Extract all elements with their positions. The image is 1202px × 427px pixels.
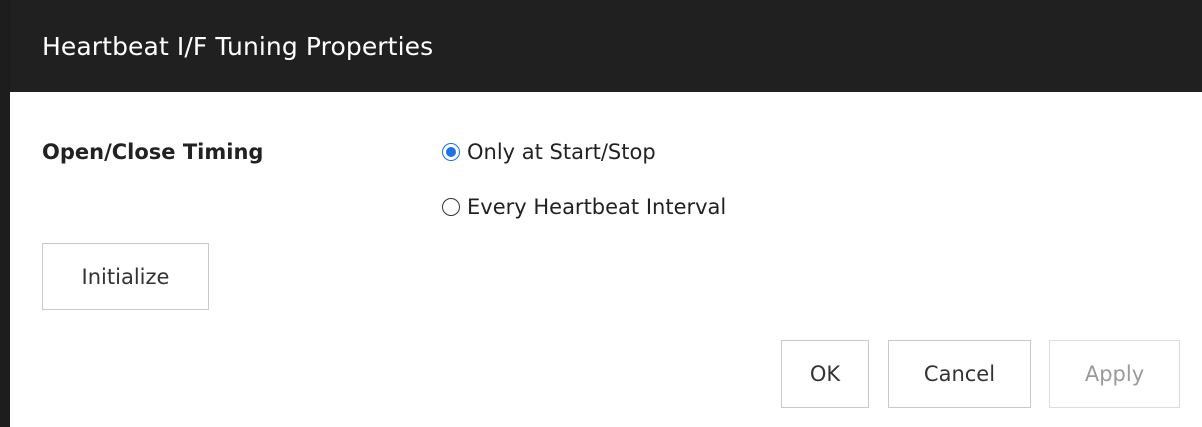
open-close-timing-label: Open/Close Timing: [42, 140, 264, 164]
radio-dot-icon: [446, 147, 456, 157]
radio-only-at-start-stop[interactable]: Only at Start/Stop: [442, 140, 656, 164]
apply-button[interactable]: Apply: [1049, 340, 1180, 408]
radio-checked-icon[interactable]: [442, 143, 460, 161]
radio-label-every-heartbeat-interval[interactable]: Every Heartbeat Interval: [467, 195, 726, 219]
initialize-button[interactable]: Initialize: [42, 243, 209, 310]
dialog-title: Heartbeat I/F Tuning Properties: [42, 31, 434, 61]
radio-unchecked-icon[interactable]: [442, 198, 460, 216]
dialog-title-bar: Heartbeat I/F Tuning Properties: [10, 0, 1202, 92]
ok-button[interactable]: OK: [781, 340, 869, 408]
window-edge: [0, 0, 10, 427]
cancel-button[interactable]: Cancel: [888, 340, 1031, 408]
radio-every-heartbeat-interval[interactable]: Every Heartbeat Interval: [442, 195, 726, 219]
tuning-properties-dialog: Heartbeat I/F Tuning Properties Open/Clo…: [0, 0, 1202, 427]
radio-label-only-at-start-stop[interactable]: Only at Start/Stop: [467, 140, 656, 164]
